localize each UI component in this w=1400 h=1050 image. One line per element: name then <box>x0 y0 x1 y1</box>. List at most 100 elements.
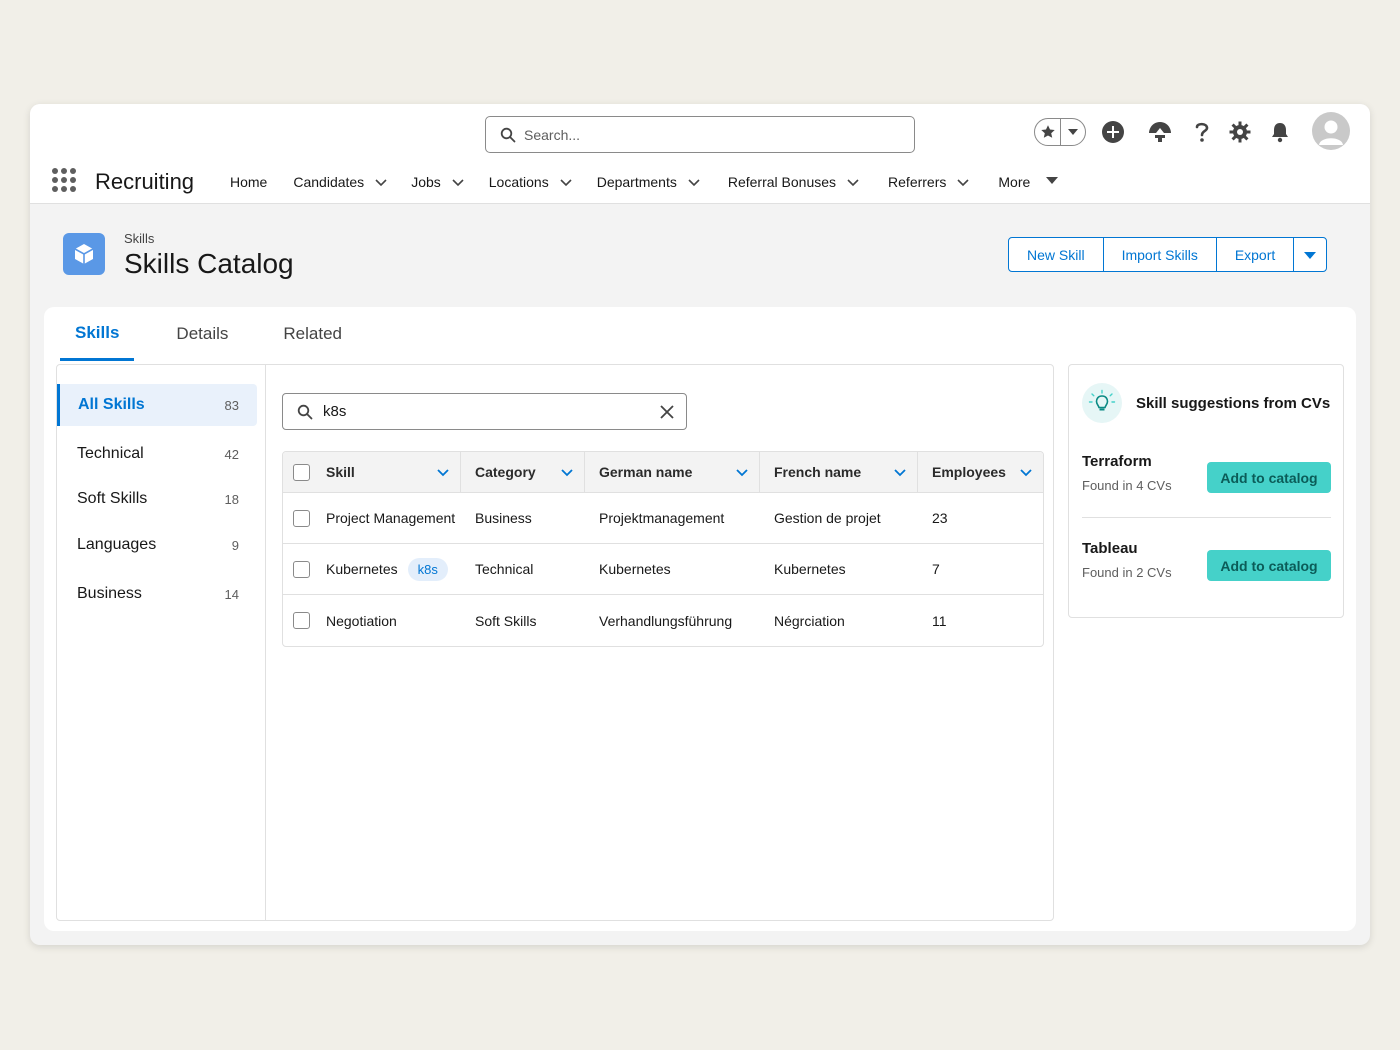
nav-label: Jobs <box>411 174 441 190</box>
chevron-down-icon[interactable] <box>560 465 574 479</box>
column-label: Category <box>475 464 536 480</box>
caret-down-icon[interactable] <box>1061 119 1085 145</box>
skill-filter-input[interactable]: k8s <box>282 393 687 430</box>
nav-item-referral-bonuses[interactable]: Referral Bonuses <box>728 174 860 190</box>
column-label: French name <box>774 464 862 480</box>
page-action-buttons: New Skill Import Skills Export <box>1008 237 1328 272</box>
chevron-down-icon[interactable] <box>559 175 573 189</box>
sidebar-item-label: Languages <box>77 536 157 553</box>
import-skills-button[interactable]: Import Skills <box>1104 238 1217 271</box>
search-icon <box>297 404 313 419</box>
nav-item-jobs[interactable]: Jobs <box>411 174 465 190</box>
table-row[interactable]: Negotiation Soft Skills Verhandlungsführ… <box>283 595 1043 646</box>
tab-skills[interactable]: Skills <box>60 307 135 361</box>
french-name-value: Négrciation <box>774 612 845 629</box>
global-search-input[interactable]: Search... <box>485 116 915 153</box>
sidebar-item-count: 14 <box>224 586 239 602</box>
page-title: Skills Catalog <box>124 248 294 279</box>
nav-item-home[interactable]: Home <box>230 174 267 190</box>
skill-name[interactable]: Negotiation <box>326 613 397 629</box>
add-icon[interactable] <box>1099 118 1127 146</box>
category-value: Business <box>475 510 532 526</box>
sidebar-item-count: 9 <box>231 537 239 553</box>
nav-item-candidates[interactable]: Candidates <box>293 174 388 190</box>
nav-item-referrers[interactable]: Referrers <box>888 174 970 190</box>
german-name-value: Projektmanagement <box>599 510 725 526</box>
alias-badge: k8s <box>407 557 448 581</box>
column-label: Employees <box>932 464 1006 480</box>
suggestion-source: Found in 4 CVs <box>1082 478 1172 493</box>
chevron-down-icon[interactable] <box>687 175 701 189</box>
add-to-catalog-button[interactable]: Add to catalog <box>1207 462 1331 493</box>
skill-name[interactable]: Kubernetes <box>326 561 398 577</box>
lightbulb-icon <box>1082 383 1122 423</box>
sidebar-item-all-skills[interactable]: All Skills 83 <box>57 384 257 426</box>
sidebar-item-technical[interactable]: Technical 42 <box>57 433 257 475</box>
column-header-category[interactable]: Category <box>461 452 585 492</box>
gear-icon[interactable] <box>1226 118 1254 146</box>
notification-bell-icon[interactable] <box>1266 118 1294 146</box>
favorites-button-group[interactable] <box>1034 118 1086 146</box>
chevron-down-icon[interactable] <box>846 175 860 189</box>
tab-bar: Skills Details Related <box>60 307 362 361</box>
row-checkbox[interactable] <box>293 612 310 629</box>
tab-related[interactable]: Related <box>268 307 357 361</box>
suggestion-source: Found in 2 CVs <box>1082 565 1172 580</box>
chevron-down-icon[interactable] <box>1019 465 1033 479</box>
sidebar-item-business[interactable]: Business 14 <box>57 573 257 615</box>
more-actions-button[interactable] <box>1294 238 1326 271</box>
star-icon[interactable] <box>1035 119 1061 145</box>
export-button[interactable]: Export <box>1217 238 1295 271</box>
breadcrumb[interactable]: Skills <box>124 231 154 246</box>
sidebar-item-label: Soft Skills <box>77 490 148 507</box>
row-checkbox[interactable] <box>293 509 310 527</box>
chevron-down-icon[interactable] <box>451 175 465 189</box>
nav-label: Referrers <box>888 174 947 190</box>
skill-name[interactable]: Project Management <box>326 510 455 526</box>
sidebar-item-soft-skills[interactable]: Soft Skills 18 <box>57 478 257 520</box>
skills-table: Skill Category German name French name E… <box>282 451 1044 647</box>
nav-label: Home <box>230 174 268 190</box>
add-to-catalog-button[interactable]: Add to catalog <box>1207 550 1331 581</box>
tab-details[interactable]: Details <box>161 307 243 361</box>
global-header: Search... Recruiting Home Candidates Job… <box>30 104 1370 204</box>
table-header-row: Skill Category German name French name E… <box>283 452 1043 493</box>
column-header-german-name[interactable]: German name <box>585 452 760 492</box>
chevron-down-icon[interactable] <box>893 465 907 479</box>
skill-suggestions-panel: Skill suggestions from CVs Terraform Fou… <box>1068 364 1344 618</box>
chevron-down-icon[interactable] <box>374 175 388 189</box>
column-label: German name <box>599 464 693 480</box>
caret-down-icon[interactable] <box>1046 175 1060 189</box>
chevron-down-icon[interactable] <box>436 465 450 479</box>
table-row[interactable]: Project Management Business Projektmanag… <box>283 493 1043 544</box>
clear-icon[interactable] <box>648 394 686 429</box>
new-skill-button[interactable]: New Skill <box>1009 238 1104 271</box>
french-name-value: Gestion de projet <box>774 510 881 526</box>
category-value: Soft Skills <box>475 612 537 629</box>
chevron-down-icon[interactable] <box>956 175 970 189</box>
select-all-checkbox[interactable] <box>293 463 310 481</box>
trailhead-icon[interactable] <box>1146 118 1174 146</box>
sidebar-item-label: All Skills <box>78 396 145 413</box>
app-name: Recruiting <box>95 169 195 194</box>
row-checkbox[interactable] <box>293 560 310 578</box>
user-avatar[interactable] <box>1312 112 1350 150</box>
column-header-employees[interactable]: Employees <box>918 452 1043 492</box>
app-launcher-icon[interactable] <box>52 168 76 192</box>
nav-item-locations[interactable]: Locations <box>489 174 573 190</box>
column-header-french-name[interactable]: French name <box>760 452 918 492</box>
nav-item-departments[interactable]: Departments <box>597 174 701 190</box>
caret-down-icon <box>1304 251 1317 259</box>
nav-label: Departments <box>596 174 677 190</box>
help-icon[interactable] <box>1188 118 1216 146</box>
column-label: Skill <box>326 464 355 480</box>
nav-label: Locations <box>488 174 549 190</box>
column-header-skill[interactable]: Skill <box>283 452 461 492</box>
filter-value: k8s <box>323 403 347 420</box>
table-row[interactable]: Kubernetes k8s Technical Kubernetes Kuber… <box>283 544 1043 595</box>
sidebar-item-languages[interactable]: Languages 9 <box>57 524 257 566</box>
employees-value: 11 <box>932 612 947 629</box>
chevron-down-icon[interactable] <box>735 465 749 479</box>
german-name-value: Kubernetes <box>599 561 671 577</box>
nav-item-more[interactable]: More <box>998 174 1060 190</box>
